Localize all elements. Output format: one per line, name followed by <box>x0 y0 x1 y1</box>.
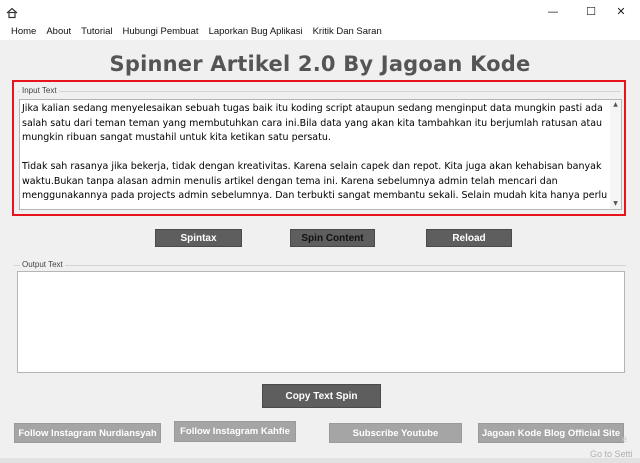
menu-item-home[interactable]: Home <box>6 26 41 37</box>
scroll-down-icon[interactable]: ▼ <box>610 199 621 209</box>
menu-item-laporkan-bug[interactable]: Laporkan Bug Aplikasi <box>204 26 308 37</box>
input-group-border <box>18 91 620 92</box>
spin-content-button[interactable]: Spin Content <box>290 229 375 247</box>
maximize-button[interactable]: ☐ <box>574 0 608 22</box>
follow-instagram-kahfie-button[interactable]: Follow Instagram Kahfie <box>174 421 296 442</box>
reload-button[interactable]: Reload <box>426 229 512 247</box>
input-text-label: Input Text <box>20 86 59 95</box>
output-group-border <box>14 265 626 266</box>
input-panel: Input Text Jika kalian sedang menyelesai… <box>12 80 626 216</box>
minimize-button[interactable]: — <box>536 0 570 22</box>
scroll-up-icon[interactable]: ▲ <box>610 100 621 110</box>
menu-item-about[interactable]: About <box>41 26 76 37</box>
jagoan-kode-blog-button[interactable]: Jagoan Kode Blog Official Site <box>478 423 624 443</box>
app-icon <box>6 4 18 19</box>
subscribe-youtube-button[interactable]: Subscribe Youtube <box>329 423 462 443</box>
activation-watermark-top: e <box>622 434 628 444</box>
close-button[interactable]: ✕ <box>604 0 638 22</box>
follow-instagram-nurdiansyah-button[interactable]: Follow Instagram Nurdiansyah <box>14 423 161 443</box>
bottom-strip <box>0 458 640 463</box>
menu-bar: Home About Tutorial Hubungi Pembuat Lapo… <box>0 22 640 40</box>
input-scrollbar[interactable]: ▲ ▼ <box>610 100 621 209</box>
menu-item-tutorial[interactable]: Tutorial <box>76 26 117 37</box>
output-text-label: Output Text <box>20 260 65 269</box>
menu-item-hubungi-pembuat[interactable]: Hubungi Pembuat <box>118 26 204 37</box>
output-textarea[interactable] <box>17 271 625 373</box>
input-text-content: Jika kalian sedang menyelesaikan sebuah … <box>22 103 608 201</box>
page-title: Spinner Artikel 2.0 By Jagoan Kode <box>109 52 531 76</box>
title-bar: — ☐ ✕ <box>0 0 640 22</box>
copy-text-spin-button[interactable]: Copy Text Spin <box>262 384 381 408</box>
spintax-button[interactable]: Spintax <box>155 229 242 247</box>
menu-item-kritik-saran[interactable]: Kritik Dan Saran <box>308 26 387 37</box>
input-textarea[interactable]: Jika kalian sedang menyelesaikan sebuah … <box>19 99 622 210</box>
